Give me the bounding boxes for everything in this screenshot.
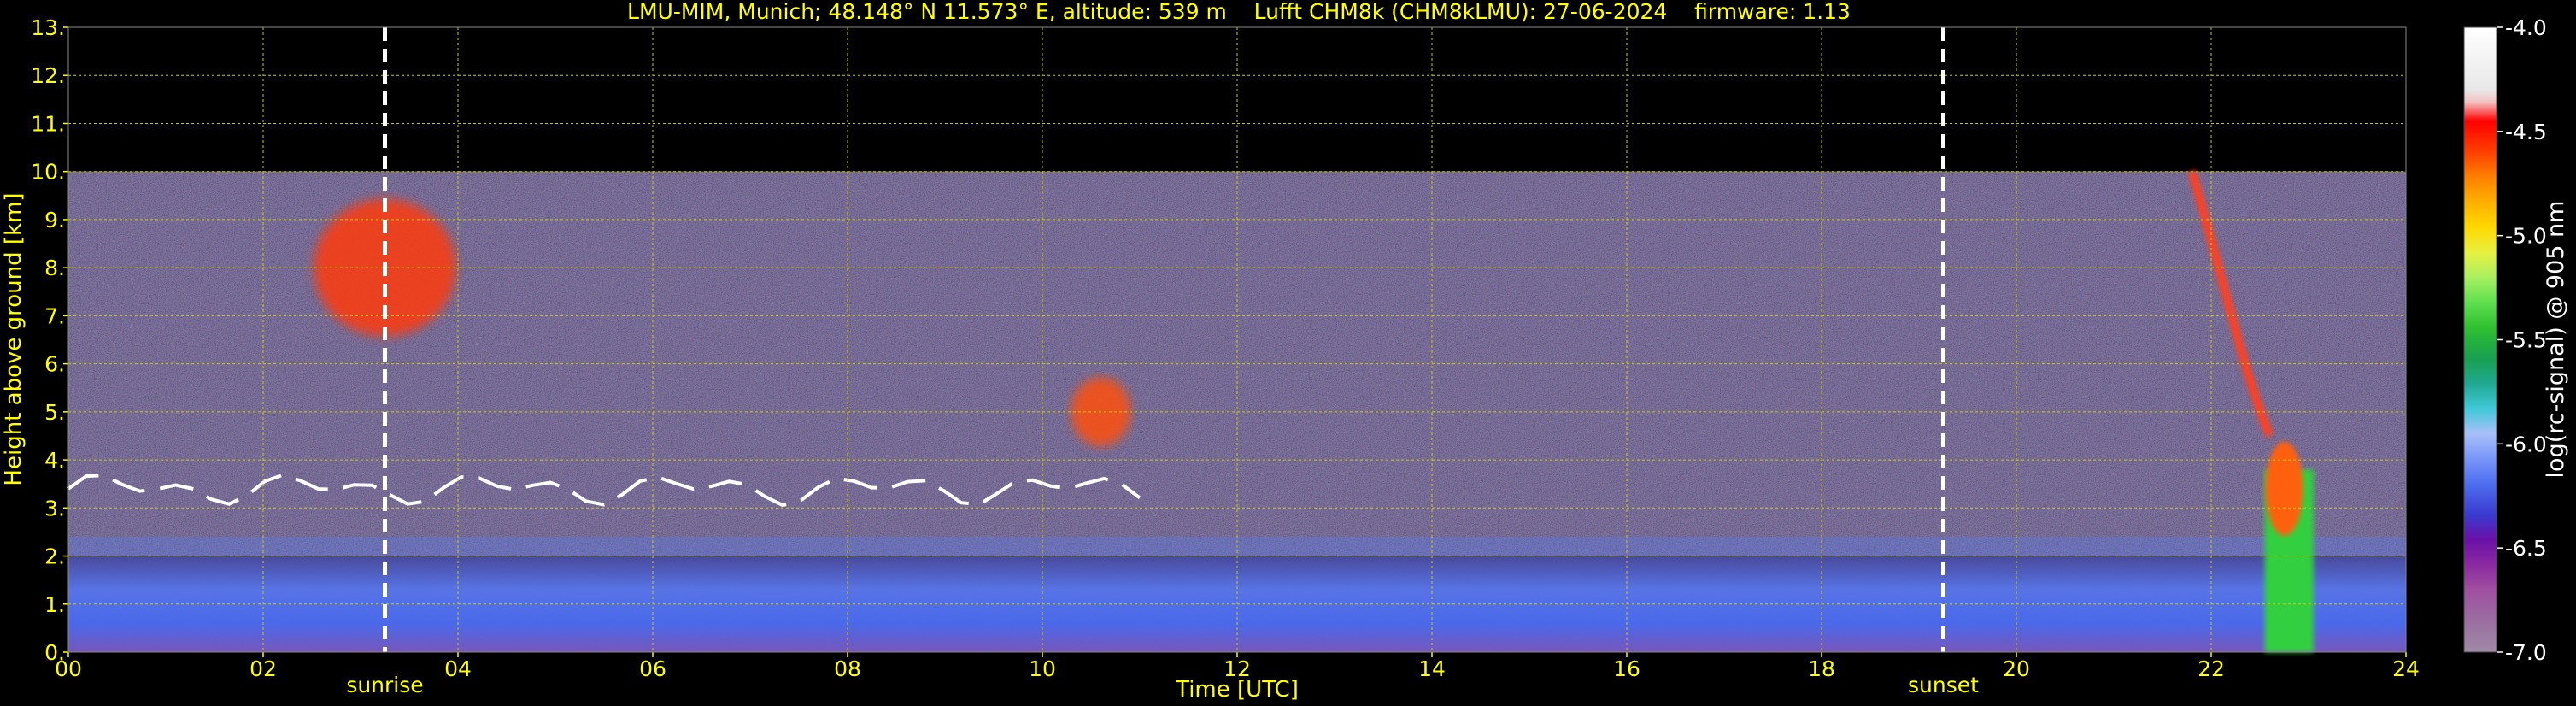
x-tick-label: 10: [1029, 656, 1056, 681]
x-tick-label: 06: [639, 656, 666, 681]
y-tick-label: 13.: [31, 15, 65, 40]
y-tick-label: 3.: [44, 496, 65, 521]
y-tick-label: 7.: [44, 303, 65, 328]
y-tick-label: 9.: [44, 208, 65, 232]
colorbar-tick-label: -6.0: [2505, 432, 2547, 456]
x-tick-label: 20: [2003, 656, 2030, 681]
y-tick-label: 11.: [31, 111, 65, 136]
chart-title: LMU-MIM, Munich; 48.148° N 11.573° E, al…: [627, 0, 1851, 24]
colorbar-tick-label: -4.0: [2505, 15, 2547, 40]
ceilometer-chart: LMU-MIM, Munich; 48.148° N 11.573° E, al…: [1, 0, 2569, 703]
x-tick-label: 14: [1418, 656, 1446, 681]
y-tick-label: 5.: [44, 400, 65, 425]
y-tick-label: 0.: [44, 640, 65, 665]
x-tick-label: 24: [2392, 656, 2420, 681]
colorbar: -4.0 -4.5 -5.0 -5.5 -6.0 -6.5 -7.0 log(rc-sign…: [2463, 15, 2569, 665]
y-tick-label: 1.: [44, 592, 65, 617]
y-tick-label: 8.: [44, 256, 65, 280]
sunrise-label: sunrise: [346, 673, 423, 697]
x-tick-label: 04: [444, 656, 472, 681]
x-tick-label: 16: [1613, 656, 1640, 681]
colorbar-tick-label: -7.0: [2505, 640, 2547, 665]
x-tick-label: 18: [1808, 656, 1835, 681]
colorbar-tick-label: -4.5: [2505, 120, 2547, 144]
colorbar-scale: [2463, 26, 2497, 653]
colorbar-label: log(rc-signal) @ 905 nm: [2543, 201, 2569, 479]
y-tick-label: 10.: [31, 160, 65, 185]
x-tick-label: 22: [2198, 656, 2225, 681]
x-tick-label: 08: [834, 656, 861, 681]
y-tick-label: 2.: [44, 544, 65, 569]
y-tick-label: 6.: [44, 352, 65, 377]
y-tick-label: 12.: [31, 63, 65, 88]
y-axis-label: Height above ground [km]: [1, 192, 26, 485]
x-axis-label: Time [UTC]: [1175, 677, 1299, 703]
colorbar-tick-label: -6.5: [2505, 536, 2547, 561]
colorbar-tick-label: -5.0: [2505, 224, 2547, 249]
colorbar-ticks: -4.0 -4.5 -5.0 -5.5 -6.0 -6.5 -7.0: [2497, 15, 2547, 665]
colorbar-tick-label: -5.5: [2505, 328, 2547, 353]
convective-top: [2265, 441, 2303, 536]
x-tick-label: 02: [249, 656, 277, 681]
y-tick-label: 4.: [44, 448, 65, 473]
y-axis-ticks: 0. 1. 2. 3. 4. 5. 6. 7. 8. 9. 10. 11. 12. 13.: [31, 15, 68, 665]
sunset-label: sunset: [1908, 673, 1979, 697]
